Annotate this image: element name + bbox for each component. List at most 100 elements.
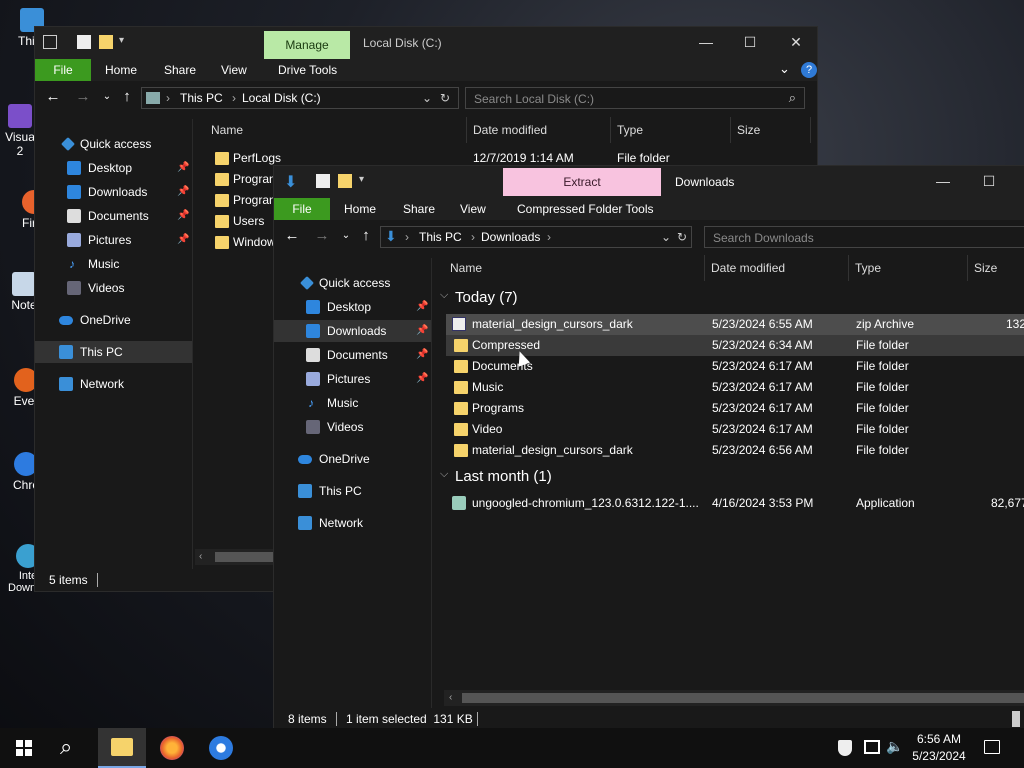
- explorer-window-downloads[interactable]: ⬇ ▾ Extract Downloads — ☐ File Home Shar…: [273, 165, 1024, 729]
- back-button[interactable]: ←: [282, 226, 302, 246]
- address-bar[interactable]: ⬇ › This PC › Downloads › ⌄ ↻: [380, 226, 692, 248]
- qat-dropdown-icon[interactable]: ▾: [359, 174, 364, 185]
- pin-icon[interactable]: 📌: [177, 205, 189, 227]
- nav-documents[interactable]: Documents 📌: [35, 205, 192, 227]
- address-dropdown-icon[interactable]: ⌄: [661, 230, 671, 244]
- scroll-left-icon[interactable]: ‹: [449, 690, 452, 706]
- properties-icon[interactable]: [43, 35, 57, 49]
- nav-desktop[interactable]: Desktop 📌: [274, 296, 431, 318]
- column-size[interactable]: Size: [731, 117, 811, 143]
- column-size[interactable]: Size: [968, 255, 1024, 281]
- nav-pictures[interactable]: Pictures 📌: [274, 368, 431, 390]
- tab-compressed-folder-tools[interactable]: Compressed Folder Tools: [517, 198, 654, 220]
- chevron-down-icon[interactable]: ⌄: [779, 61, 790, 77]
- nav-this-pc[interactable]: This PC: [35, 341, 192, 363]
- tab-file[interactable]: File: [274, 198, 330, 220]
- address-dropdown-icon[interactable]: ⌄: [422, 91, 432, 105]
- list-item[interactable]: ungoogled-chromium_123.0.6312.122-1.... …: [446, 493, 1024, 514]
- up-button[interactable]: ↑: [356, 226, 376, 246]
- new-folder-icon[interactable]: [338, 174, 352, 188]
- column-date[interactable]: Date modified: [467, 117, 611, 143]
- back-button[interactable]: ←: [43, 87, 63, 107]
- network-status-icon[interactable]: [864, 740, 880, 754]
- tab-drive-tools[interactable]: Drive Tools: [278, 59, 337, 81]
- column-name[interactable]: Name: [205, 117, 467, 143]
- chromium-icon[interactable]: [209, 736, 233, 760]
- nav-videos[interactable]: Videos: [35, 277, 192, 299]
- list-item[interactable]: Video 5/23/2024 6:17 AM File folder: [446, 419, 1024, 440]
- nav-music[interactable]: ♪ Music: [274, 392, 431, 414]
- scrollbar-thumb[interactable]: [462, 693, 1024, 703]
- nav-downloads[interactable]: Downloads 📌: [35, 181, 192, 203]
- tab-manage[interactable]: Manage: [264, 31, 350, 59]
- help-icon[interactable]: ?: [801, 62, 817, 78]
- tab-extract[interactable]: Extract: [503, 168, 661, 196]
- list-item[interactable]: Programs 5/23/2024 6:17 AM File folder: [446, 398, 1024, 419]
- address-bar[interactable]: › This PC › Local Disk (C:) ⌄ ↻: [141, 87, 459, 109]
- nav-network[interactable]: Network: [35, 373, 192, 395]
- nav-onedrive[interactable]: OneDrive: [274, 448, 431, 470]
- maximize-button[interactable]: ☐: [966, 166, 1012, 198]
- address-this-pc[interactable]: This PC: [180, 91, 223, 105]
- nav-onedrive[interactable]: OneDrive: [35, 309, 192, 331]
- nav-videos[interactable]: Videos: [274, 416, 431, 438]
- pin-icon[interactable]: 📌: [177, 181, 189, 203]
- refresh-icon[interactable]: ↻: [677, 230, 687, 244]
- tab-home[interactable]: Home: [105, 59, 137, 81]
- list-item[interactable]: material_design_cursors_dark 5/23/2024 6…: [446, 440, 1024, 461]
- volume-muted-icon[interactable]: 🔈: [886, 738, 903, 755]
- column-type[interactable]: Type: [611, 117, 731, 143]
- pin-icon[interactable]: 📌: [177, 229, 189, 251]
- nav-quick-access[interactable]: Quick access: [35, 133, 192, 155]
- list-item[interactable]: Music 5/23/2024 6:17 AM File folder: [446, 377, 1024, 398]
- up-button[interactable]: ↑: [117, 87, 137, 107]
- taskbar-file-explorer[interactable]: [98, 728, 146, 768]
- nav-network[interactable]: Network: [274, 512, 431, 534]
- firefox-icon[interactable]: [160, 736, 184, 760]
- details-view-icon[interactable]: [1012, 711, 1020, 727]
- recent-dropdown-icon[interactable]: ⌄: [336, 226, 356, 246]
- tab-view[interactable]: View: [460, 198, 486, 220]
- scroll-left-icon[interactable]: ‹: [199, 549, 202, 565]
- notification-icon[interactable]: [984, 740, 1000, 754]
- address-current[interactable]: Local Disk (C:): [242, 91, 321, 105]
- tab-share[interactable]: Share: [403, 198, 435, 220]
- nav-pictures[interactable]: Pictures 📌: [35, 229, 192, 251]
- tab-file[interactable]: File: [35, 59, 91, 81]
- close-button[interactable]: ✕: [773, 27, 817, 59]
- maximize-button[interactable]: ☐: [727, 27, 773, 59]
- address-current[interactable]: Downloads: [481, 230, 540, 244]
- title-bar[interactable]: ⬇ ▾ Extract Downloads — ☐: [274, 166, 1024, 198]
- security-shield-icon[interactable]: [838, 740, 852, 756]
- recent-dropdown-icon[interactable]: ⌄: [97, 87, 117, 107]
- forward-button[interactable]: →: [312, 226, 332, 246]
- windows-start-icon[interactable]: [16, 740, 32, 756]
- address-this-pc[interactable]: This PC: [419, 230, 462, 244]
- search-icon[interactable]: ⌕: [60, 734, 72, 760]
- column-date[interactable]: Date modified: [705, 255, 849, 281]
- nav-documents[interactable]: Documents 📌: [274, 344, 431, 366]
- minimize-button[interactable]: —: [920, 166, 966, 198]
- list-item[interactable]: material_design_cursors_dark 5/23/2024 6…: [446, 314, 1024, 335]
- new-folder-icon[interactable]: [99, 35, 113, 49]
- nav-quick-access[interactable]: Quick access: [274, 272, 431, 294]
- search-box[interactable]: Search Local Disk (C:) ⌕: [465, 87, 805, 109]
- checklist-icon[interactable]: [316, 174, 330, 188]
- title-bar[interactable]: ▾ Manage Local Disk (C:) — ☐ ✕: [35, 27, 817, 59]
- nav-desktop[interactable]: Desktop 📌: [35, 157, 192, 179]
- pin-icon[interactable]: 📌: [416, 296, 428, 318]
- horizontal-scrollbar[interactable]: ‹: [444, 690, 1024, 706]
- nav-this-pc[interactable]: This PC: [274, 480, 431, 502]
- tab-share[interactable]: Share: [164, 59, 196, 81]
- tab-view[interactable]: View: [221, 59, 247, 81]
- pin-icon[interactable]: 📌: [416, 320, 428, 342]
- nav-music[interactable]: ♪ Music: [35, 253, 192, 275]
- download-arrow-icon[interactable]: ⬇: [284, 172, 297, 192]
- pin-icon[interactable]: 📌: [177, 157, 189, 179]
- list-item[interactable]: Compressed 5/23/2024 6:34 AM File folder: [446, 335, 1024, 356]
- pin-icon[interactable]: 📌: [416, 344, 428, 366]
- list-item[interactable]: Documents 5/23/2024 6:17 AM File folder: [446, 356, 1024, 377]
- qat-dropdown-icon[interactable]: ▾: [119, 35, 124, 46]
- pin-icon[interactable]: 📌: [416, 368, 428, 390]
- search-box[interactable]: Search Downloads: [704, 226, 1024, 248]
